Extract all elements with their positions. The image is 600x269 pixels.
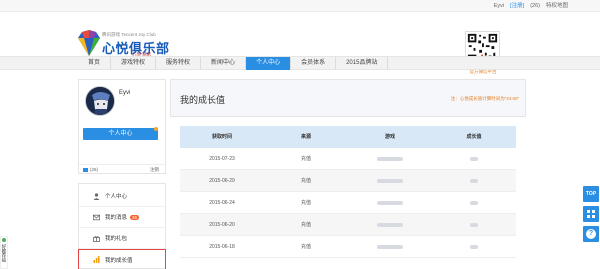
top-register-link[interactable]: [注册] xyxy=(510,2,524,10)
message-badge: 26 xyxy=(130,214,140,220)
nav-item-service-privileges[interactable]: 服务特权 xyxy=(156,57,202,70)
person-icon xyxy=(93,192,100,200)
nav-item-game-privileges[interactable]: 游戏特权 xyxy=(111,57,157,70)
content-header: 我的成长值 注：心悦成长值计算时间为“24:00” xyxy=(170,79,526,117)
side-menu: 个人中心 我的消息 26 我的礼包 我的成长值 xyxy=(78,183,166,269)
row-growth-redacted xyxy=(432,170,516,191)
gift-icon xyxy=(93,235,100,242)
row-date: 2015-06-18 xyxy=(209,244,235,250)
mail-icon xyxy=(93,214,100,220)
row-growth-redacted xyxy=(432,148,516,169)
top-username[interactable]: Eyvi xyxy=(494,2,504,10)
row-source: 充值 xyxy=(300,156,311,162)
row-game-redacted xyxy=(348,214,432,235)
menu-item-label: 我的礼包 xyxy=(105,236,128,242)
top-site-map-link[interactable]: 特权地图 xyxy=(546,2,568,10)
avatar[interactable] xyxy=(85,86,115,116)
row-growth-redacted xyxy=(432,192,516,213)
column-header-source: 来源 xyxy=(300,134,311,140)
row-growth-redacted xyxy=(432,214,516,235)
main-nav: 首页 游戏特权 服务特权 新闻中心 个人中心 会员体系 2015品牌站 xyxy=(0,56,600,70)
menu-item-label: 我的成长值 xyxy=(105,257,133,264)
logout-link[interactable]: 注销 xyxy=(150,167,159,173)
nav-item-news-center[interactable]: 新闻中心 xyxy=(201,57,247,70)
row-growth-redacted xyxy=(432,236,516,257)
column-header-game: 游戏 xyxy=(384,134,395,140)
bar-chart-icon xyxy=(93,256,100,263)
menu-item-label: 我的消息 xyxy=(105,215,128,221)
profile-footer: (26) 注销 xyxy=(79,164,165,174)
nav-items: 首页 游戏特权 服务特权 新闻中心 个人中心 会员体系 2015品牌站 xyxy=(78,57,389,70)
help-label: ? xyxy=(588,230,594,237)
help-button[interactable]: ? xyxy=(583,226,599,242)
growth-note: 注：心悦成长值计算时间为“24:00” xyxy=(450,96,519,101)
row-source: 充值 xyxy=(300,200,311,206)
feedback-tab[interactable]: 好推荐给 xyxy=(0,236,8,269)
row-game-redacted xyxy=(348,192,432,213)
table-row: 2015-06-29 充值 xyxy=(180,170,516,192)
avatar-image-icon xyxy=(86,87,114,115)
top-links: Eyvi [注册] (26) 特权地图 xyxy=(494,2,568,10)
menu-item-label: 个人中心 xyxy=(105,194,128,200)
nav-item-membership[interactable]: 会员体系 xyxy=(291,57,337,70)
menu-item-my-messages[interactable]: 我的消息 26 xyxy=(79,207,165,228)
table-header: 获取时间 来源 游戏 成长值 xyxy=(180,126,516,148)
nav-item-home[interactable]: 首页 xyxy=(78,57,112,70)
profile-username: Eyvi xyxy=(119,90,131,96)
menu-item-my-gifts[interactable]: 我的礼包 xyxy=(79,228,165,249)
row-source: 充值 xyxy=(300,244,311,250)
menu-item-personal-center[interactable]: 个人中心 xyxy=(79,186,165,207)
row-date: 2015-06-29 xyxy=(209,178,235,184)
table-row: 2015-06-20 充值 xyxy=(180,214,516,236)
grid-icon xyxy=(587,210,595,218)
growth-table: 获取时间 来源 游戏 成长值 2015-07-23 充值 2015-06-29 … xyxy=(180,126,516,258)
column-header-time: 获取时间 xyxy=(211,134,232,140)
top-message-count[interactable]: (26) xyxy=(530,2,540,10)
row-source: 充值 xyxy=(300,222,311,228)
profile-panel: Eyvi 个人中心 (26) 注销 xyxy=(78,79,166,174)
nav-item-personal-center[interactable]: 个人中心 xyxy=(246,57,292,70)
row-game-redacted xyxy=(348,170,432,191)
back-to-top-button[interactable]: TOP xyxy=(583,186,599,202)
row-date: 2015-06-20 xyxy=(209,222,235,228)
top-bar: Eyvi [注册] (26) 特权地图 xyxy=(0,0,600,12)
message-icon xyxy=(83,168,88,172)
nav-item-brand-site[interactable]: 2015品牌站 xyxy=(336,57,389,70)
gem-logo-icon xyxy=(78,30,100,56)
grid-menu-button[interactable] xyxy=(583,206,599,222)
header: 腾讯游戏 Tencent Joy Club 心悦俱乐部 心悦 精彩 官方微信平台 xyxy=(0,12,600,74)
table-row: 2015-07-23 充值 xyxy=(180,148,516,170)
table-row: 2015-06-24 充值 xyxy=(180,192,516,214)
row-game-redacted xyxy=(348,148,432,169)
profile-message-count[interactable]: (26) xyxy=(90,167,98,172)
row-game-redacted xyxy=(348,236,432,257)
row-date: 2015-07-23 xyxy=(209,156,235,162)
main-content: 我的成长值 注：心悦成长值计算时间为“24:00” 获取时间 来源 游戏 成长值… xyxy=(170,79,526,269)
notification-dot xyxy=(154,127,158,131)
feedback-label: 好推荐给 xyxy=(2,244,7,262)
personal-center-button[interactable]: 个人中心 xyxy=(83,128,158,140)
menu-item-my-growth[interactable]: 我的成长值 xyxy=(78,249,166,269)
row-date: 2015-06-24 xyxy=(209,200,235,206)
feedback-dot-icon xyxy=(2,238,6,242)
column-header-growth: 成长值 xyxy=(466,134,482,140)
page-title: 我的成长值 xyxy=(180,95,226,105)
table-row: 2015-06-18 充值 xyxy=(180,236,516,258)
row-source: 充值 xyxy=(300,178,311,184)
